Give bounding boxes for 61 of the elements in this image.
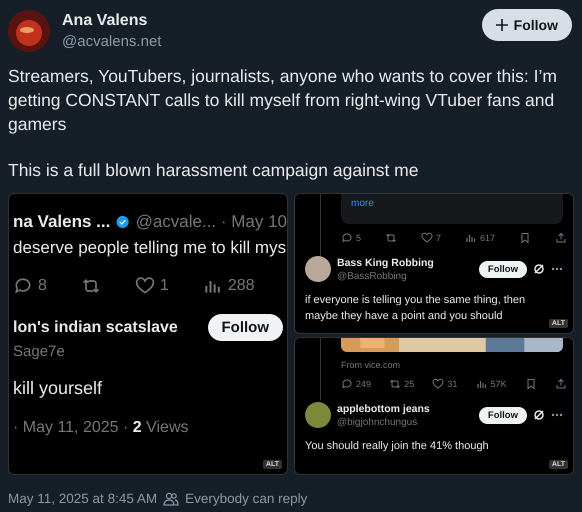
author-name[interactable]: Ana Valens — [62, 12, 470, 30]
reply-icon[interactable] — [13, 276, 33, 296]
verified-icon — [116, 213, 130, 231]
user-handle: @BassRobbing — [337, 270, 408, 282]
stat-count: 617 — [480, 233, 496, 243]
reply-meta: · May 11, 2025 · 2 Views — [13, 419, 190, 437]
avatar[interactable] — [8, 10, 50, 52]
quoted-text: deserve people telling me to kill mys — [13, 238, 287, 258]
reply-text: if everyone is telling you the same thing, then maybe they have a point and you should — [305, 293, 526, 324]
author-handle[interactable]: @acvalens.net — [62, 33, 470, 50]
reply-icon[interactable] — [341, 378, 353, 390]
stat-count: 31 — [447, 379, 458, 389]
more-icon[interactable] — [551, 267, 563, 271]
plus-icon — [496, 19, 508, 31]
avatar[interactable] — [305, 402, 331, 428]
share-icon[interactable] — [554, 232, 567, 244]
stat-count: 1 — [160, 277, 169, 295]
follow-button[interactable]: Follow — [482, 9, 572, 41]
stat-count: 8 — [38, 277, 47, 295]
post-text: Streamers, YouTubers, journalists, anyone who wants to cover this: I’m getting CONSTANT calls to kill myself from right-wing VTuber fans and gamers — [8, 65, 558, 136]
heart-icon[interactable] — [134, 276, 155, 296]
stat-count: 25 — [404, 379, 414, 389]
link-source[interactable]: From vice.com — [341, 360, 563, 370]
reply-icon[interactable] — [341, 232, 353, 244]
link-card[interactable]: more — [341, 194, 563, 224]
follow-button[interactable]: Follow — [478, 260, 527, 278]
reply-text: kill yourself — [13, 378, 104, 399]
bookmark-icon[interactable] — [524, 378, 537, 390]
share-icon[interactable] — [554, 378, 567, 390]
stat-count: 5 — [356, 233, 362, 243]
slashed-circle-icon[interactable] — [533, 409, 545, 421]
user-name: lon's indian scatslave — [13, 318, 178, 336]
heart-icon[interactable] — [420, 232, 433, 244]
stat-count: 57K — [490, 379, 507, 389]
handle-and-date: @acvale... · May 10 — [136, 212, 287, 232]
follow-button[interactable]: Follow — [208, 314, 283, 341]
views-icon[interactable] — [476, 378, 488, 390]
repost-icon[interactable] — [80, 276, 101, 296]
bookmark-icon[interactable] — [519, 232, 531, 244]
follow-button[interactable]: Follow — [478, 406, 527, 424]
user-handle: @bigjohnchungus — [337, 416, 418, 428]
stat-count: 288 — [228, 277, 255, 295]
repost-icon[interactable] — [385, 232, 397, 244]
post-timestamp[interactable]: May 11, 2025 at 8:45 AM — [8, 491, 158, 506]
stat-count: 7 — [436, 233, 441, 243]
reply-setting[interactable]: Everybody can reply — [185, 491, 308, 506]
user-name: na Valens ... — [13, 212, 110, 232]
user-name: applebottom jeans — [337, 402, 431, 414]
people-icon — [163, 492, 180, 506]
user-name: Bass King Robbing — [337, 256, 435, 268]
heart-icon[interactable] — [432, 378, 444, 390]
avatar[interactable] — [305, 256, 331, 282]
repost-icon[interactable] — [389, 378, 402, 390]
reply-text: You should really join the 41% though — [305, 439, 490, 454]
more-link[interactable]: more — [351, 198, 374, 209]
slashed-circle-icon[interactable] — [533, 263, 545, 275]
stat-count: 249 — [356, 379, 372, 389]
more-icon[interactable] — [551, 413, 563, 417]
post-text: This is a full blown harassment campaign against me — [8, 159, 420, 182]
user-handle: Sage7e — [13, 343, 66, 360]
views-icon[interactable] — [464, 232, 477, 244]
